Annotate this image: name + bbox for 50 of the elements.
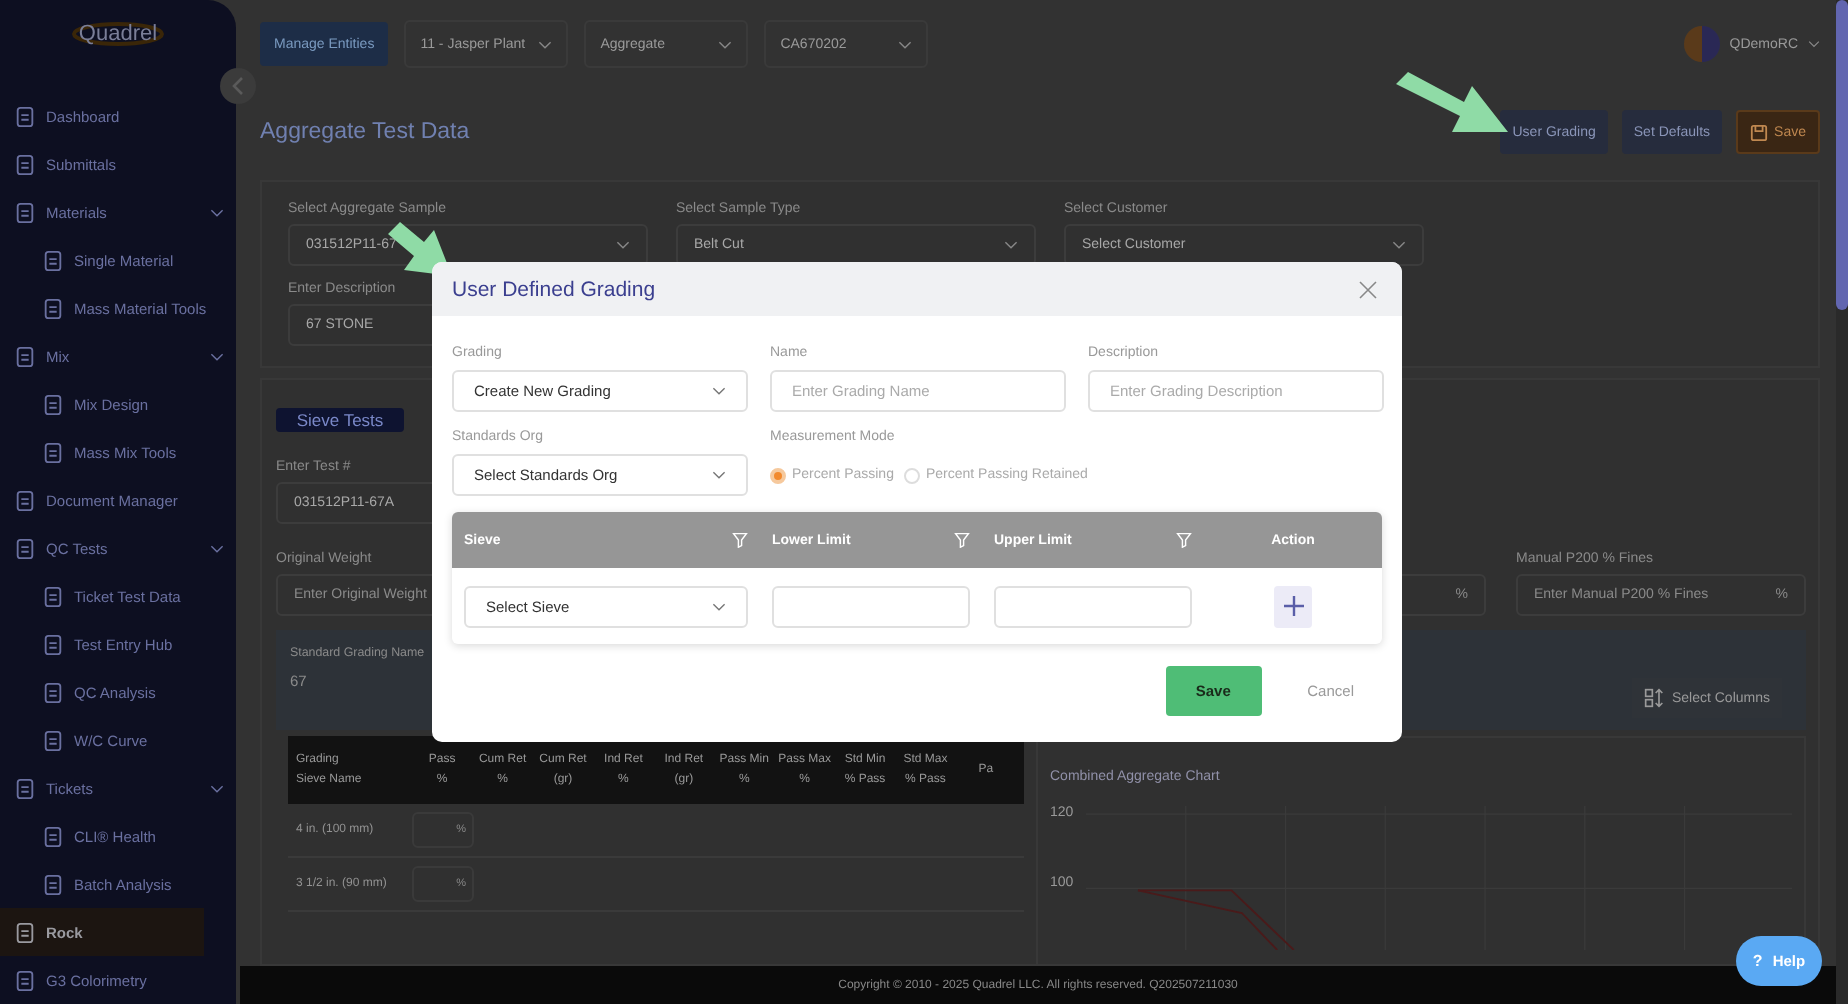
page-icon: [42, 873, 64, 895]
collapse-button[interactable]: [220, 68, 256, 104]
page-icon: [42, 249, 64, 271]
sieve-tests-tab[interactable]: Sieve Tests: [276, 408, 404, 432]
caret-icon[interactable]: [1808, 40, 1820, 48]
chevron-icon: [1392, 240, 1406, 250]
input-field[interactable]: [994, 585, 1192, 627]
page-icon: [42, 585, 64, 607]
page-icon: [42, 825, 64, 847]
chevron-icon: [712, 470, 726, 480]
question-mark-icon: ?: [1752, 952, 1763, 970]
chevron-icon: [898, 39, 913, 49]
filter-icon[interactable]: [732, 532, 748, 548]
page-icon: [42, 633, 64, 655]
page-icon: [14, 921, 36, 943]
chevron-icon: [1004, 240, 1018, 250]
page-icon: [14, 777, 36, 799]
page-icon: [14, 201, 36, 223]
chevron-icon[interactable]: [210, 207, 224, 217]
chevron-icon[interactable]: [210, 351, 224, 361]
chevron-icon: [538, 39, 553, 49]
filter-icon[interactable]: [954, 532, 970, 548]
chevron-icon[interactable]: [210, 543, 224, 553]
page-icon: [14, 537, 36, 559]
chevron-icon: [712, 386, 726, 396]
chevron-icon: [718, 39, 733, 49]
page-icon: [14, 489, 36, 511]
chevron-icon: [232, 76, 244, 96]
page-title: Aggregate Test Data: [260, 120, 470, 144]
page-icon: [42, 297, 64, 319]
page-icon: [14, 969, 36, 991]
chevron-icon[interactable]: [210, 783, 224, 793]
dialog-title: User Defined Grading: [452, 277, 656, 301]
columns-icon: [1643, 688, 1664, 708]
page-icon: [42, 393, 64, 415]
add-button[interactable]: [1274, 585, 1312, 627]
scrollbar-thumb[interactable]: [1836, 0, 1848, 310]
page-icon: [14, 345, 36, 367]
floppy-icon: [1750, 123, 1769, 141]
page-icon: [42, 681, 64, 703]
chevron-icon: [616, 240, 630, 250]
chevron-icon: [712, 601, 726, 611]
plus-icon: [1281, 594, 1305, 618]
input-field[interactable]: [772, 585, 970, 627]
page-icon: [14, 105, 36, 127]
page-icon: [42, 729, 64, 751]
page-icon: [42, 441, 64, 463]
page-icon: [14, 153, 36, 175]
filter-icon[interactable]: [1176, 532, 1192, 548]
close-icon[interactable]: [1358, 279, 1378, 299]
